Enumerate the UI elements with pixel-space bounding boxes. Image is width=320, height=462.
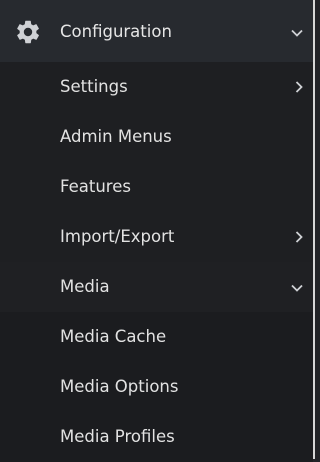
menu-item-media-profiles[interactable]: Media Profiles (0, 412, 313, 462)
chevron-right-icon (295, 81, 303, 93)
chevron-right-icon (295, 231, 303, 243)
configuration-menu: Configuration Settings Admin Menus Featu… (0, 0, 313, 462)
menu-item-label: Settings (60, 77, 128, 96)
menu-header-configuration[interactable]: Configuration (0, 0, 313, 62)
menu-item-label: Media Profiles (60, 427, 175, 446)
menu-item-label: Media (60, 277, 110, 296)
menu-item-label: Admin Menus (60, 127, 172, 146)
configuration-submenu: Settings Admin Menus Features Import/Exp… (0, 62, 313, 462)
media-submenu: Media Cache Media Options Media Profiles (0, 312, 313, 462)
menu-item-label: Media Options (60, 377, 179, 396)
menu-item-label: Features (60, 177, 131, 196)
menu-item-media[interactable]: Media (0, 262, 313, 312)
menu-item-label: Media Cache (60, 327, 167, 346)
window-edge (313, 0, 315, 459)
menu-item-label: Import/Export (60, 227, 175, 246)
menu-item-features[interactable]: Features (0, 162, 313, 212)
menu-item-import-export[interactable]: Import/Export (0, 212, 313, 262)
gear-icon (17, 20, 39, 44)
menu-item-settings[interactable]: Settings (0, 62, 313, 112)
menu-item-media-options[interactable]: Media Options (0, 362, 313, 412)
chevron-down-icon (291, 284, 303, 292)
menu-item-media-cache[interactable]: Media Cache (0, 312, 313, 362)
menu-item-admin-menus[interactable]: Admin Menus (0, 112, 313, 162)
menu-header-label: Configuration (60, 22, 172, 41)
chevron-down-icon (291, 29, 303, 37)
